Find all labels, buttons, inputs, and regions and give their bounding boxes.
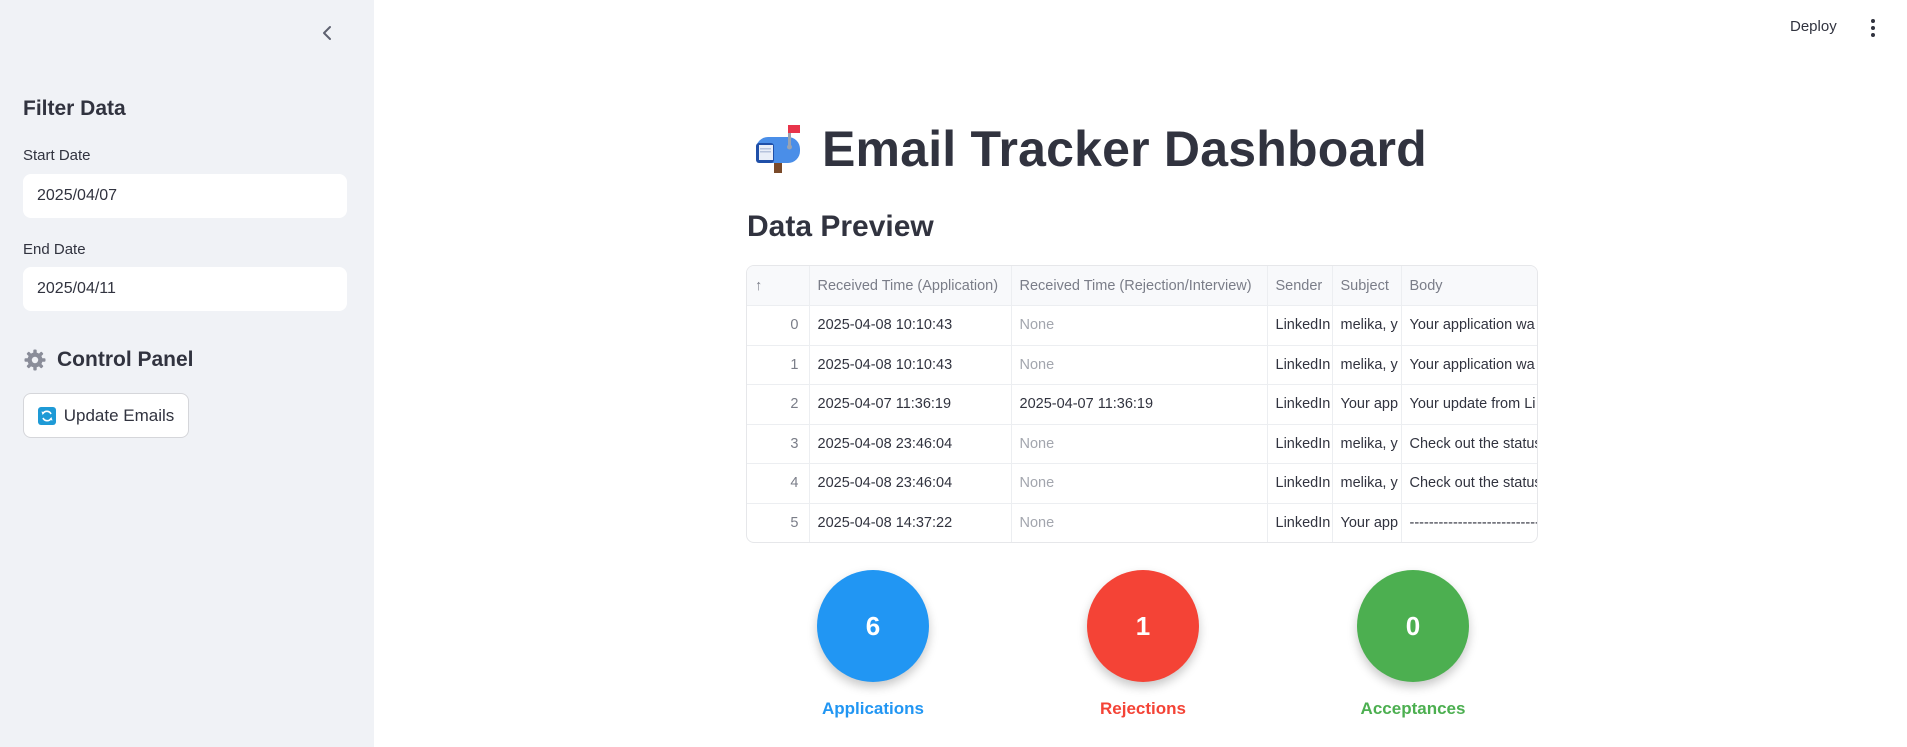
cell-subject[interactable]: Your app (1332, 384, 1402, 425)
row-index: 1 (747, 345, 810, 385)
cell-application-time[interactable]: 2025-04-07 11:36:19 (809, 384, 1012, 425)
cell-subject[interactable]: melika, y (1332, 463, 1402, 504)
cell-sender[interactable]: LinkedIn (1267, 345, 1333, 385)
sort-index-header[interactable]: ↑ (747, 266, 810, 306)
cell-sender[interactable]: LinkedIn (1267, 463, 1333, 504)
sidebar: Filter Data Start Date End Date (0, 0, 374, 747)
gear-icon (24, 349, 46, 371)
rejections-count-circle: 1 (1087, 570, 1199, 682)
rejections-stat: 1 Rejections (1063, 570, 1223, 719)
cell-sender[interactable]: LinkedIn (1267, 424, 1333, 464)
page-title: Email Tracker Dashboard (822, 121, 1427, 177)
deploy-button[interactable]: Deploy (1790, 18, 1837, 35)
table-row[interactable]: 5 2025-04-08 14:37:22 None LinkedIn Your… (747, 503, 1538, 542)
control-panel-heading: Control Panel (23, 348, 194, 372)
cell-rejection-time[interactable]: None (1011, 503, 1268, 542)
end-date-input[interactable] (23, 267, 347, 311)
table-row[interactable]: 4 2025-04-08 23:46:04 None LinkedIn meli… (747, 463, 1537, 504)
table-row[interactable]: 3 2025-04-08 23:46:04 None LinkedIn meli… (747, 424, 1537, 464)
cell-subject[interactable]: melika, y (1332, 424, 1402, 464)
table-row[interactable]: 2 2025-04-07 11:36:19 2025-04-07 11:36:1… (747, 384, 1537, 425)
filter-data-heading: Filter Data (23, 97, 126, 120)
cell-rejection-time[interactable]: None (1011, 345, 1268, 385)
sidebar-collapse-button[interactable] (316, 20, 338, 46)
kebab-menu-icon[interactable] (1864, 16, 1882, 40)
column-header[interactable]: Received Time (Rejection/Interview) (1011, 266, 1268, 306)
table-row[interactable]: 0 2025-04-08 10:10:43 None LinkedIn meli… (747, 305, 1537, 346)
row-index: 5 (747, 503, 810, 542)
chevron-left-icon (323, 26, 331, 40)
row-index: 2 (747, 384, 810, 425)
applications-label: Applications (821, 699, 924, 718)
cell-application-time[interactable]: 2025-04-08 23:46:04 (809, 463, 1012, 504)
start-date-input[interactable] (23, 174, 347, 218)
cell-body[interactable]: Check out the status (1401, 463, 1537, 504)
cell-application-time[interactable]: 2025-04-08 10:10:43 (809, 305, 1012, 346)
cell-body[interactable]: Your application wa (1401, 345, 1537, 385)
end-date-label: End Date (23, 241, 86, 258)
column-header[interactable]: Sender (1267, 266, 1333, 306)
page-title-row: Email Tracker Dashboard (752, 120, 1427, 178)
column-header[interactable]: Received Time (Application) (809, 266, 1012, 306)
data-preview-table[interactable]: ↑ Received Time (Application) Received T… (746, 265, 1538, 543)
applications-count-circle: 6 (817, 570, 929, 682)
cell-rejection-time[interactable]: 2025-04-07 11:36:19 (1011, 384, 1268, 425)
cell-subject[interactable]: Your app (1332, 503, 1402, 542)
cell-body[interactable]: ----------------------------- (1401, 503, 1538, 542)
cell-application-time[interactable]: 2025-04-08 10:10:43 (809, 345, 1012, 385)
update-emails-button[interactable]: Update Emails (23, 393, 189, 438)
cell-application-time[interactable]: 2025-04-08 14:37:22 (809, 503, 1012, 542)
cell-subject[interactable]: melika, y (1332, 345, 1402, 385)
table-row[interactable]: 1 2025-04-08 10:10:43 None LinkedIn meli… (747, 345, 1537, 385)
table-header-row: ↑ Received Time (Application) Received T… (747, 266, 1537, 306)
start-date-label: Start Date (23, 147, 91, 164)
cell-subject[interactable]: melika, y (1332, 305, 1402, 346)
cell-sender[interactable]: LinkedIn (1267, 384, 1333, 425)
acceptances-label: Acceptances (1360, 699, 1466, 718)
cell-sender[interactable]: LinkedIn (1267, 503, 1333, 542)
cell-rejection-time[interactable]: None (1011, 463, 1268, 504)
update-emails-label: Update Emails (63, 405, 175, 425)
row-index: 3 (747, 424, 810, 464)
cell-rejection-time[interactable]: None (1011, 424, 1268, 464)
applications-stat: 6 Applications (793, 570, 953, 719)
acceptances-count-circle: 0 (1357, 570, 1469, 682)
column-header[interactable]: Body (1401, 266, 1537, 306)
cell-rejection-time[interactable]: None (1011, 305, 1268, 346)
rejections-label: Rejections (1100, 699, 1186, 718)
row-index: 0 (747, 305, 810, 346)
cell-body[interactable]: Your application wa (1401, 305, 1537, 346)
cell-application-time[interactable]: 2025-04-08 23:46:04 (809, 424, 1012, 464)
mailbox-icon (756, 125, 800, 173)
app-root: Filter Data Start Date End Date (0, 0, 1907, 747)
refresh-icon (37, 406, 56, 425)
row-index: 4 (747, 463, 810, 504)
control-panel-title: Control Panel (57, 348, 194, 371)
cell-body[interactable]: Your update from Li (1401, 384, 1537, 425)
data-preview-heading: Data Preview (747, 210, 934, 243)
acceptances-stat: 0 Acceptances (1333, 570, 1493, 719)
column-header[interactable]: Subject (1332, 266, 1402, 306)
cell-sender[interactable]: LinkedIn (1267, 305, 1333, 346)
cell-body[interactable]: Check out the status (1401, 424, 1537, 464)
